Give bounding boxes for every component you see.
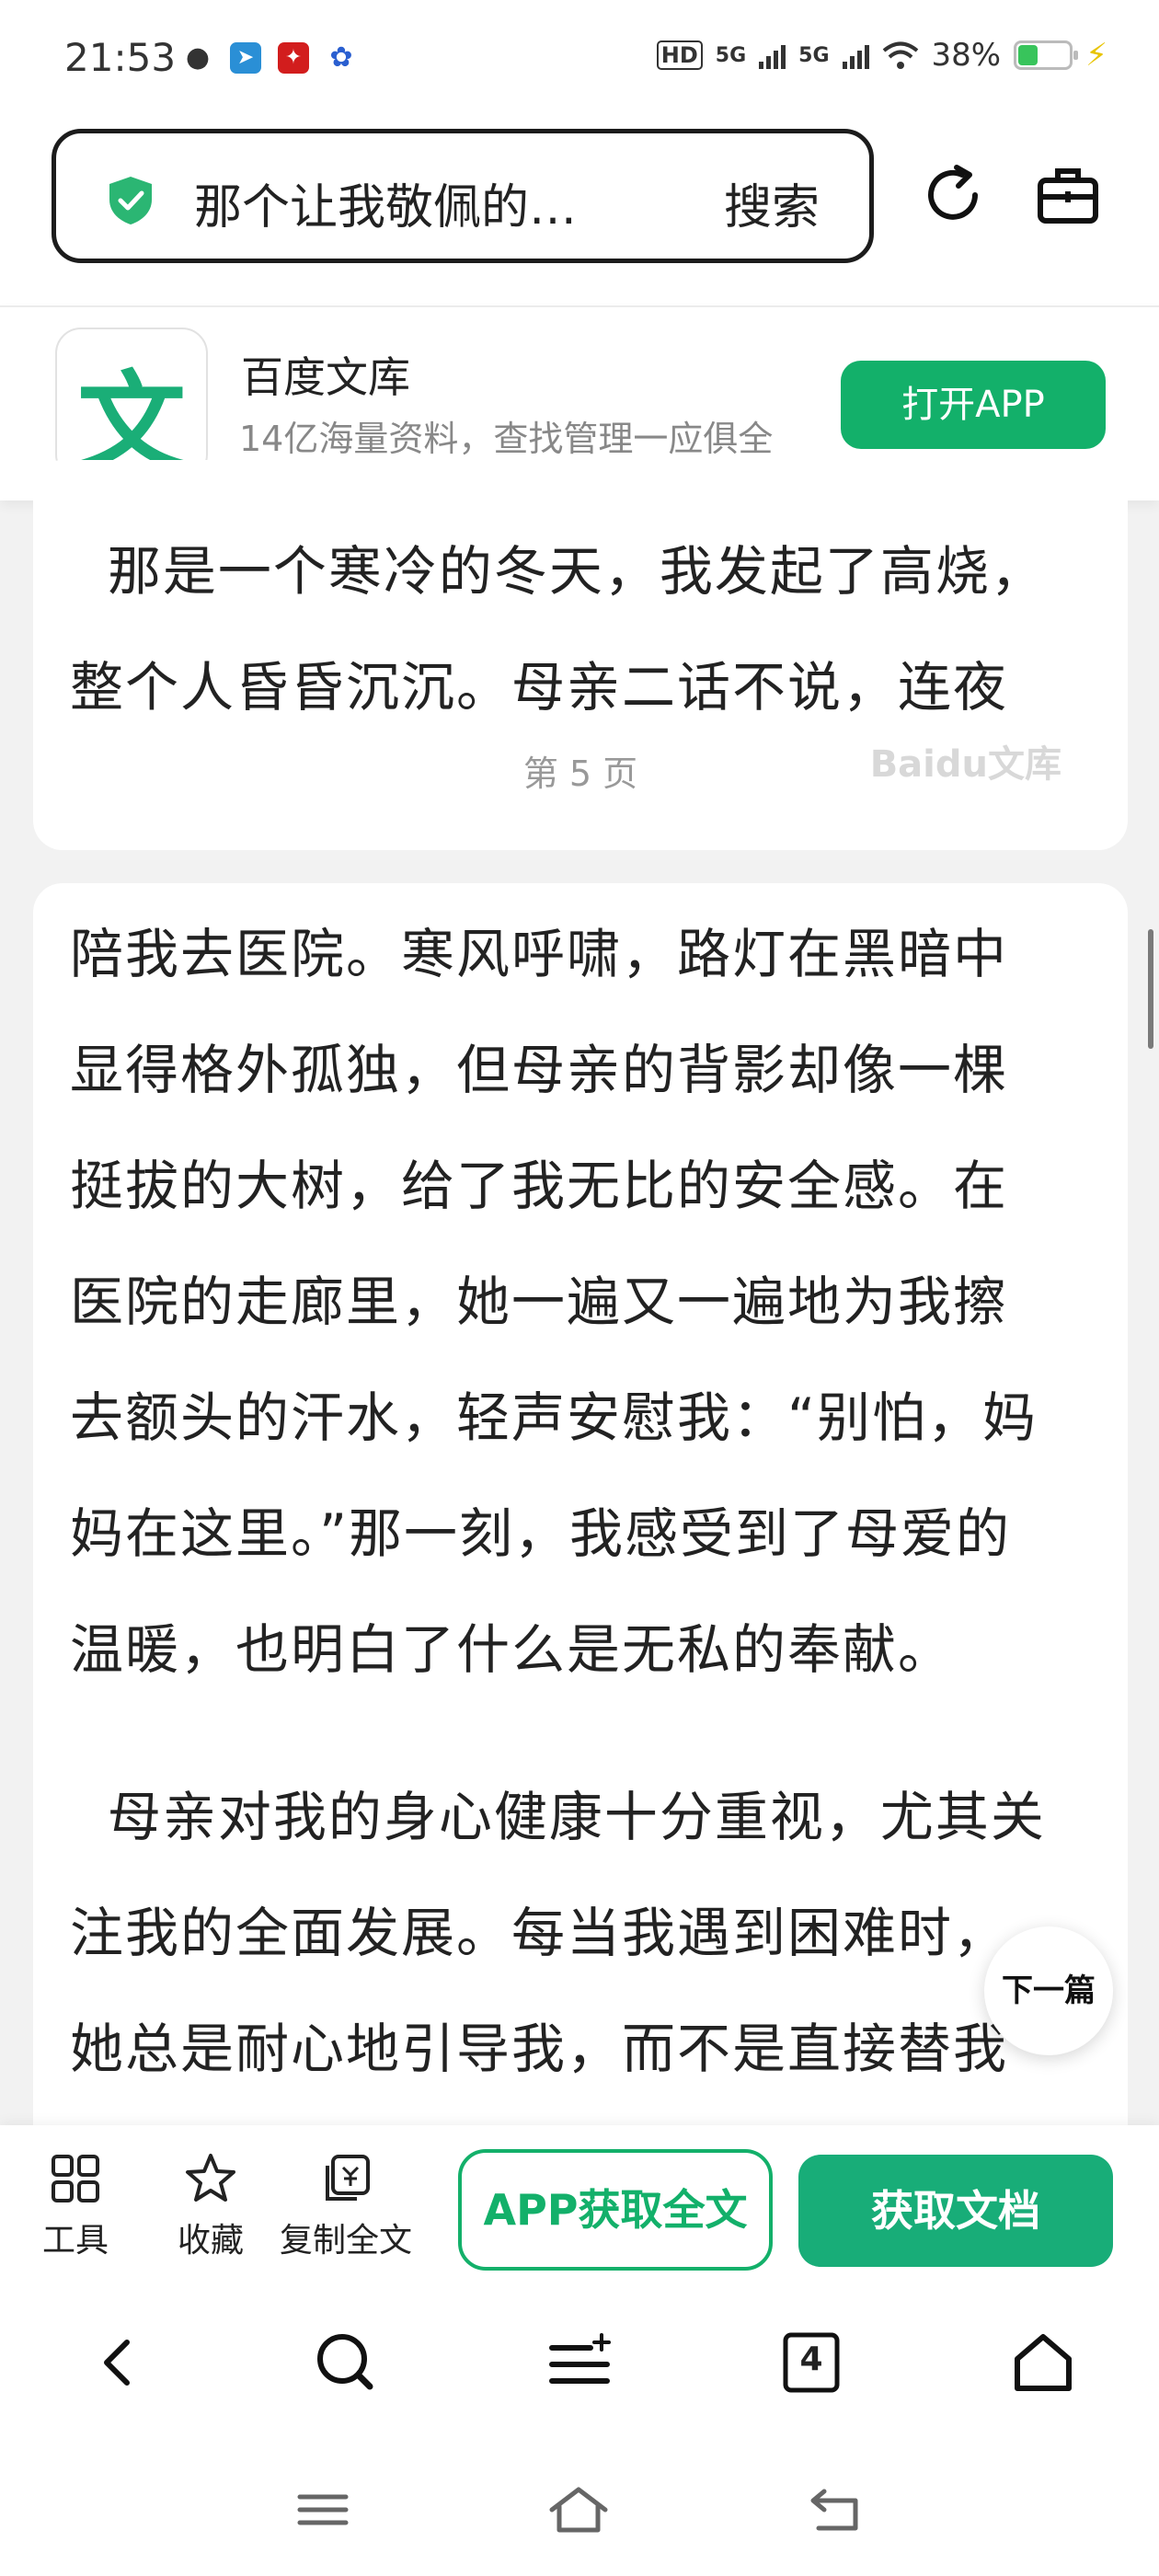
browser-nav-bar: 4 — [0, 2280, 1159, 2445]
paragraph-line: 温暖，也明白了什么是无私的奉献。 — [70, 1618, 954, 1681]
paragraph-line: 医院的走廊里，她一遍又一遍地为我擦 — [70, 1271, 1009, 1333]
address-bar: 那个让我敬佩的… 搜索 — [0, 121, 1159, 305]
paragraph-line: 去额头的汗水，轻声安慰我：“别怕，妈 — [70, 1386, 1039, 1449]
favorite-label: 收藏 — [177, 2222, 244, 2260]
document-page-5: 那是一个寒冷的冬天，我发起了高烧， 整个人昏昏沉沉。母亲二话不说，连夜 第 5 … — [33, 460, 1128, 850]
status-time: 21:53 — [64, 35, 177, 80]
paragraph-line: 陪我去医院。寒风呼啸，路灯在黑暗中 — [70, 923, 1009, 985]
network-label-1: 5G — [715, 43, 747, 67]
tools-button[interactable]: 工具 — [33, 2151, 118, 2261]
wenku-logo: 文 — [55, 328, 208, 480]
search-query[interactable]: 那个让我敬佩的… — [194, 168, 577, 237]
status-right: HD 5G 5G 38% ⚡ — [656, 37, 1107, 74]
paragraph-line: 挺拔的大树，给了我无比的安全感。在 — [70, 1155, 1009, 1217]
baidu-watermark: Baidu文库 — [869, 743, 1061, 786]
battery-icon — [1014, 40, 1079, 70]
search-box[interactable]: 那个让我敬佩的… 搜索 — [52, 129, 874, 263]
tab-count: 4 — [799, 2340, 823, 2378]
next-article-button[interactable]: 下一篇 — [984, 1926, 1113, 2055]
open-app-button[interactable]: 打开APP — [841, 361, 1106, 449]
paragraph-line: 母亲对我的身心健康十分重视，尤其关 — [70, 1786, 1046, 1848]
system-nav-bar — [0, 2445, 1159, 2576]
system-back-icon[interactable] — [804, 2482, 868, 2537]
status-bar: 21:53 ● ➤ ✦ ✿ HD 5G 5G 38% ⚡ — [0, 0, 1159, 121]
hd-icon: HD — [656, 40, 703, 70]
shield-icon — [109, 177, 152, 224]
copy-all-label: 复制全文 — [279, 2222, 412, 2260]
paragraph-line: 整个人昏昏沉沉。母亲二话不说，连夜 — [70, 656, 1009, 719]
toolbox-icon[interactable] — [1036, 164, 1100, 228]
paragraph-line: 妈在这里。”那一刻，我感受到了母爱的 — [70, 1502, 1012, 1565]
copy-all-button[interactable]: 复制全文 — [276, 2151, 416, 2261]
home-icon[interactable] — [1006, 2326, 1080, 2399]
signal-icon — [759, 41, 786, 69]
wenku-logo-char: 文 — [76, 360, 186, 480]
battery-fill — [1018, 45, 1038, 65]
scrollbar-handle[interactable] — [1148, 929, 1153, 1049]
star-icon — [186, 2154, 235, 2202]
app-full-text-button[interactable]: APP获取全文 — [458, 2149, 773, 2271]
grid-icon — [52, 2155, 99, 2202]
back-icon[interactable] — [81, 2326, 155, 2399]
bottom-action-bar: 工具 收藏 复制全文 APP获取全文 获取文档 — [0, 2125, 1159, 2280]
copy-icon — [326, 2155, 370, 2201]
baidu-icon: ✿ — [329, 41, 353, 74]
network-label-2: 5G — [798, 43, 830, 67]
tabs-button[interactable]: 4 — [775, 2326, 848, 2399]
paragraph-line: 她总是耐心地引导我，而不是直接替我 — [70, 2018, 1009, 2080]
get-document-button[interactable]: 获取文档 — [798, 2155, 1113, 2267]
menu-icon[interactable] — [543, 2326, 616, 2399]
signal-icon — [842, 41, 869, 69]
app-description: 14亿海量资料，查找管理一应俱全 — [239, 419, 774, 459]
wifi-icon — [882, 41, 918, 69]
battery-percent: 38% — [931, 37, 1002, 74]
app-name: 百度文库 — [241, 352, 410, 402]
tools-label: 工具 — [41, 2222, 109, 2260]
paragraph-line: 注我的全面发展。每当我遇到困难时， — [70, 1902, 1009, 1964]
search-icon[interactable] — [309, 2326, 383, 2399]
document-page-6: 陪我去医院。寒风呼啸，路灯在黑暗中 显得格外孤独，但母亲的背影却像一棵 挺拔的大… — [33, 883, 1128, 2171]
search-button[interactable]: 搜索 — [724, 168, 820, 237]
paragraph-line: 显得格外孤独，但母亲的背影却像一棵 — [70, 1039, 1009, 1101]
red-app-icon: ✦ — [278, 42, 309, 74]
wechat-icon: ● — [185, 41, 211, 74]
favorite-button[interactable]: 收藏 — [171, 2151, 250, 2261]
system-home-icon[interactable] — [546, 2482, 611, 2537]
recents-icon[interactable] — [291, 2482, 355, 2537]
paragraph-line: 那是一个寒冷的冬天，我发起了高烧， — [70, 540, 1046, 603]
reload-icon[interactable] — [918, 160, 988, 230]
telegram-icon: ➤ — [230, 42, 261, 74]
charging-icon: ⚡ — [1085, 37, 1107, 74]
notification-icons: ● ➤ ✦ ✿ — [182, 42, 357, 74]
